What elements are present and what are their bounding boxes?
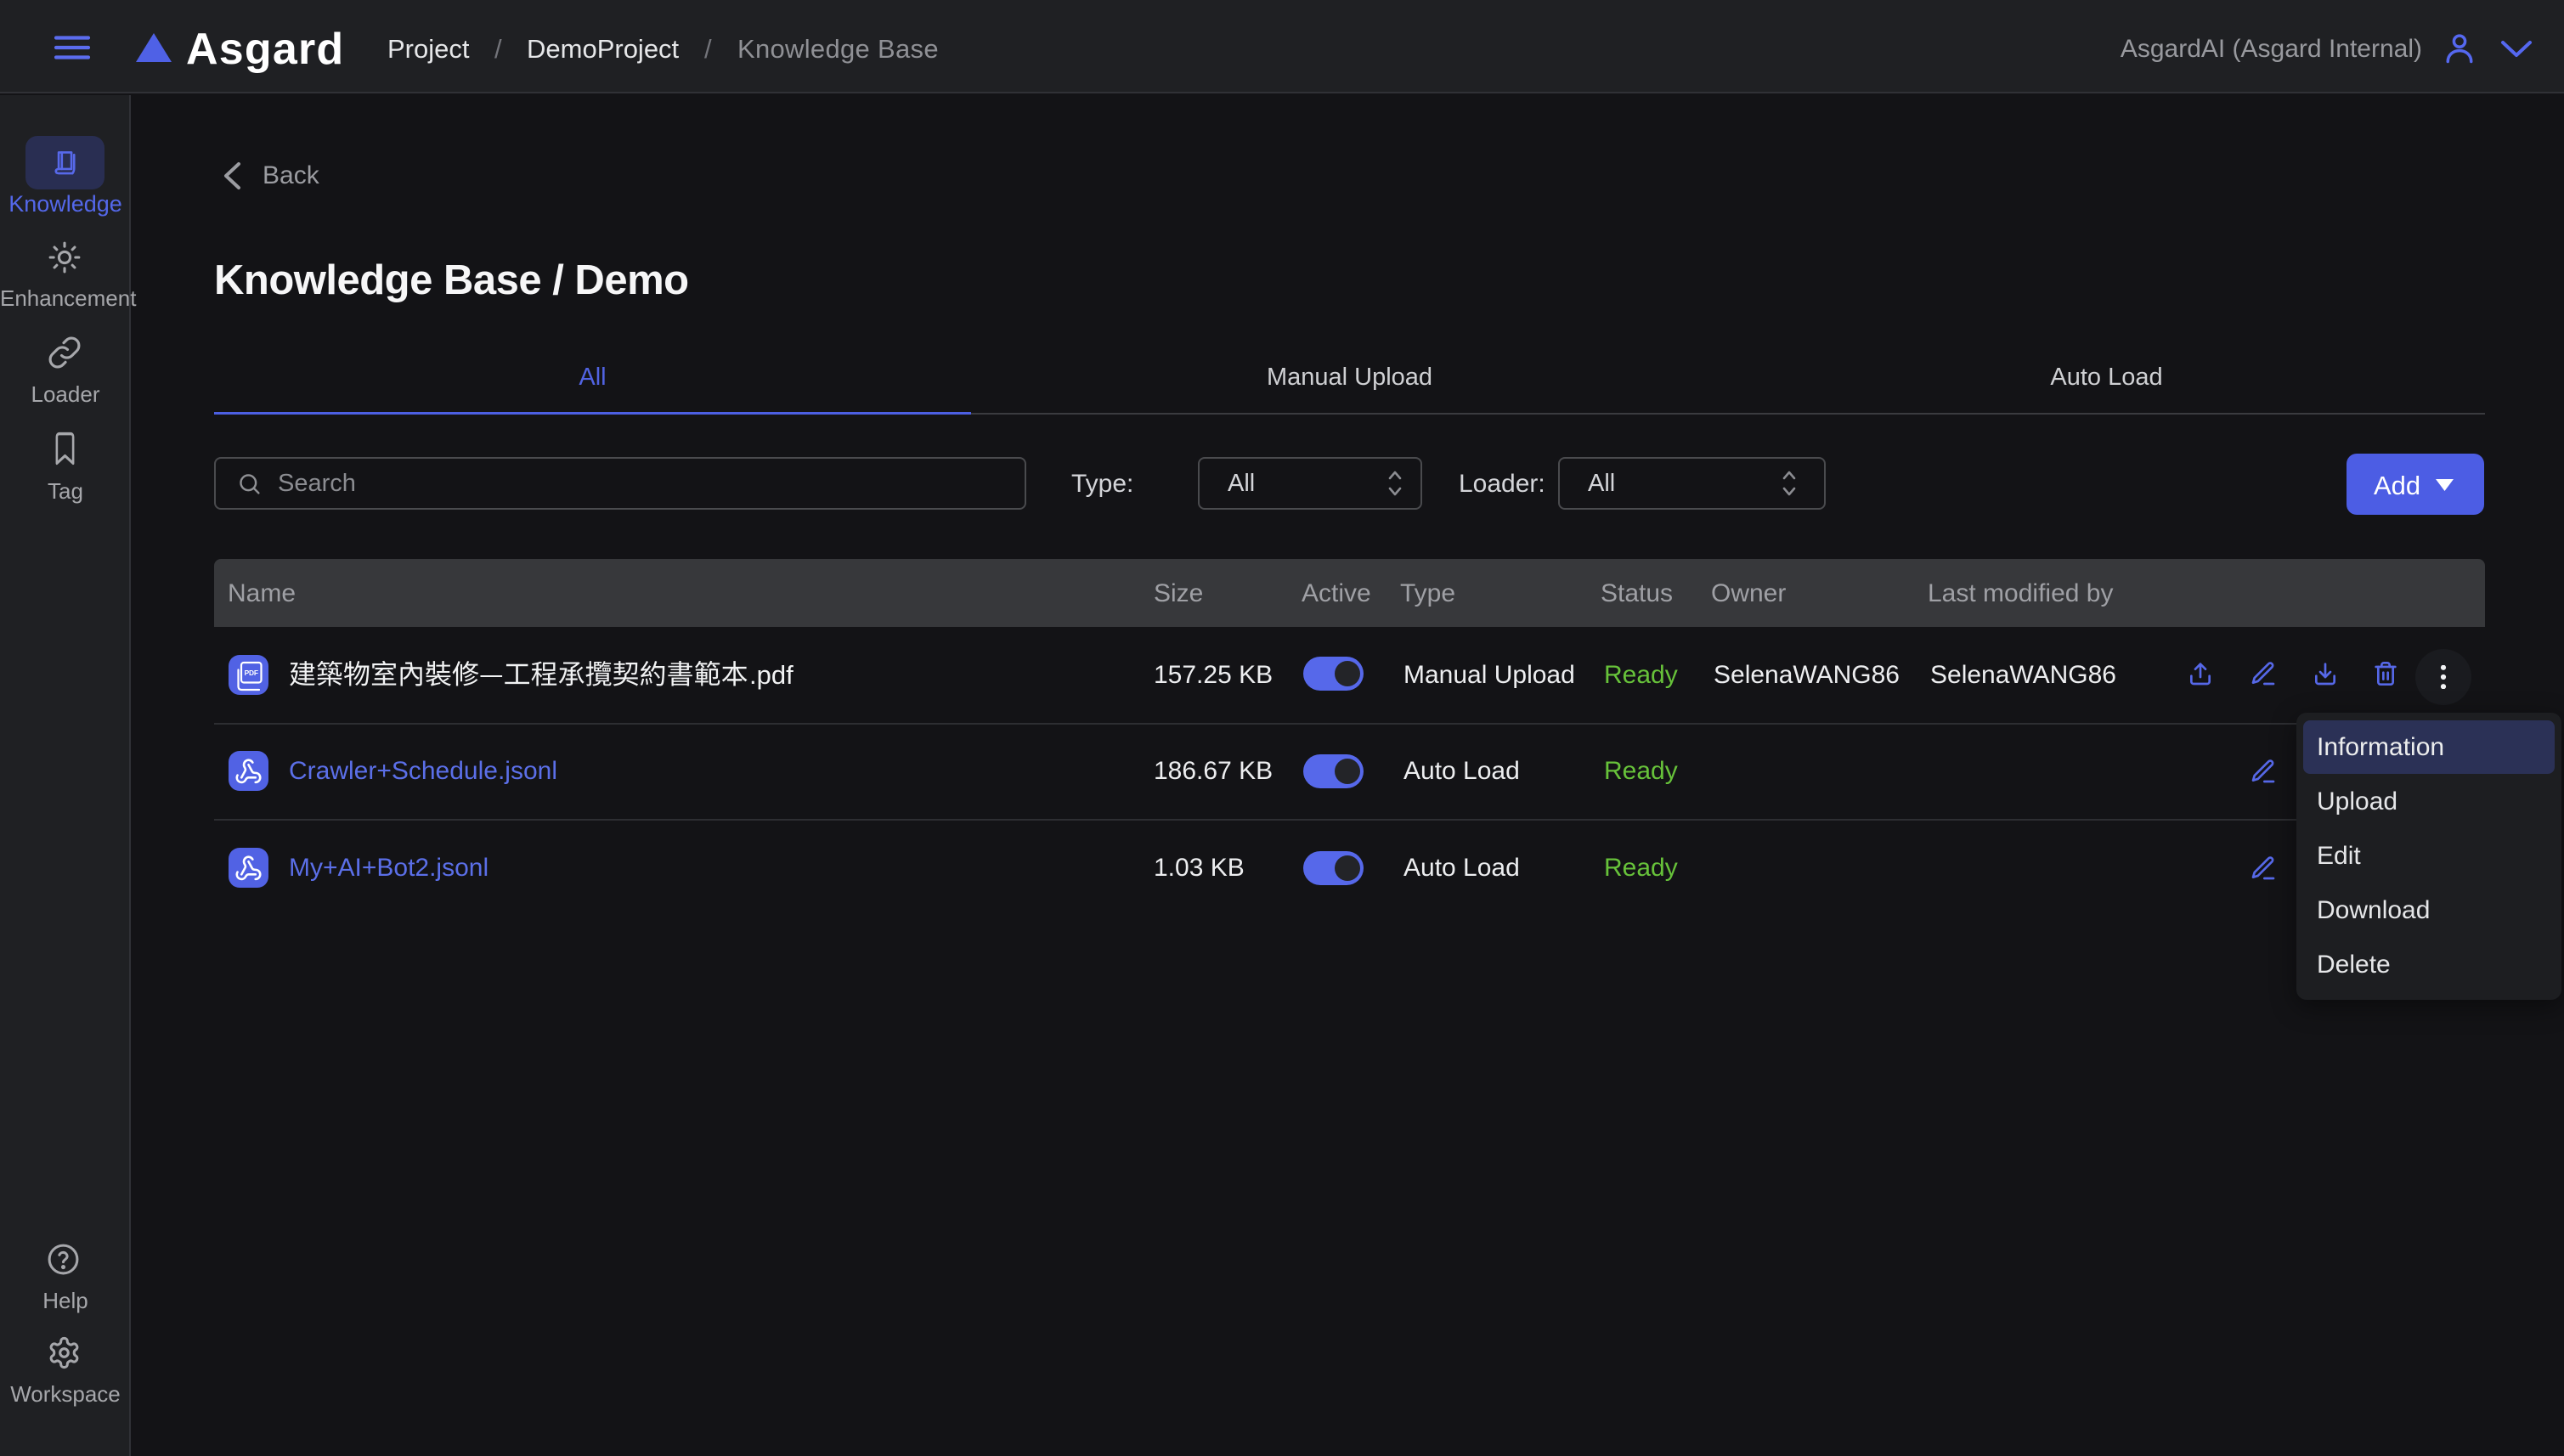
svg-text:PDF: PDF xyxy=(245,669,258,677)
